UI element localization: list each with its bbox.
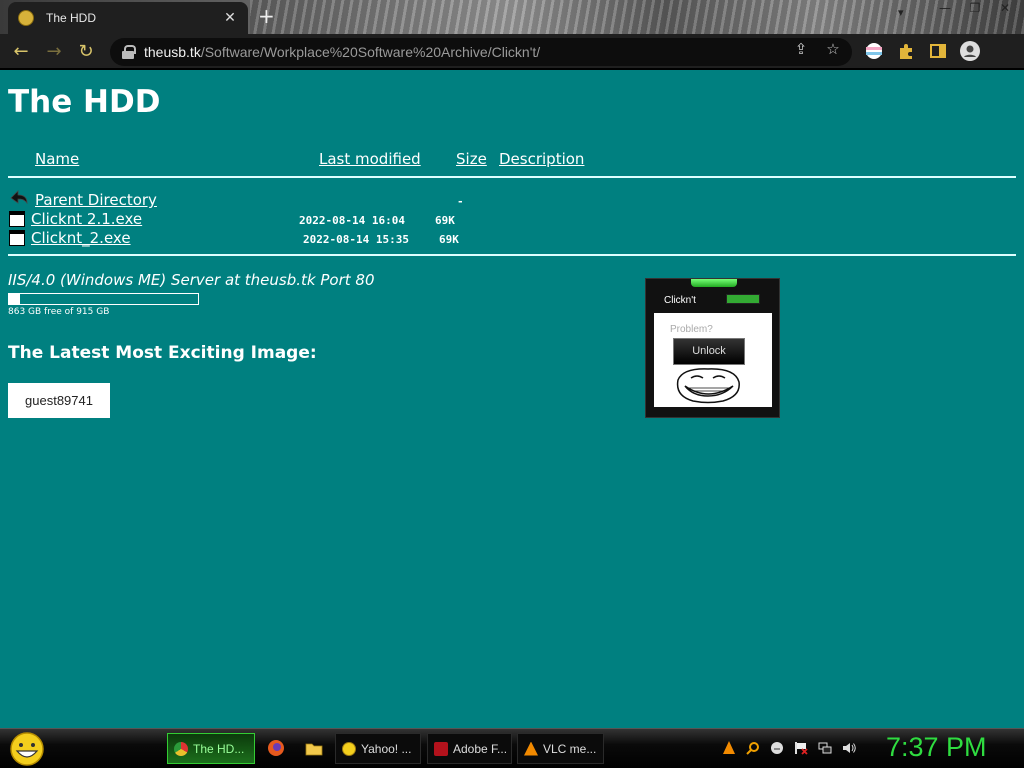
tab-title: The HDD <box>46 11 97 25</box>
folder-icon[interactable] <box>305 739 323 757</box>
tab-the-hdd[interactable]: The HDD ✕ <box>8 2 248 34</box>
troll-face-icon <box>676 368 740 404</box>
tab-close-icon[interactable]: ✕ <box>222 10 238 26</box>
taskbar-button-chrome[interactable]: The HD... <box>167 733 255 764</box>
extension-icon[interactable] <box>865 42 883 60</box>
profile-icon[interactable] <box>960 41 980 61</box>
volume-icon[interactable] <box>842 741 856 755</box>
restore-button[interactable]: ❐ <box>960 0 990 18</box>
column-last-modified-link[interactable]: Last modified <box>319 150 421 168</box>
new-tab-button[interactable]: + <box>258 5 275 27</box>
taskbar-button-label: Yahoo! ... <box>361 741 412 756</box>
row-size: - <box>457 195 464 208</box>
chrome-icon <box>174 741 188 756</box>
reload-icon[interactable]: ↻ <box>74 40 98 64</box>
vlc-tray-icon[interactable] <box>722 741 736 755</box>
firefox-icon[interactable] <box>267 739 285 757</box>
yahoo-messenger-icon <box>342 741 356 756</box>
adobe-flash-icon <box>434 741 448 756</box>
file-link[interactable]: Clicknt 2.1.exe <box>31 210 142 228</box>
start-smiley-icon[interactable] <box>8 731 46 767</box>
divider <box>8 176 1016 178</box>
side-panel-icon[interactable] <box>929 42 947 60</box>
file-exe-icon <box>9 230 25 246</box>
clicknt-panel: Problem? Unlock <box>654 313 772 407</box>
column-size-link[interactable]: Size <box>456 150 487 168</box>
clicknt-title: Clickn't <box>664 295 696 306</box>
search-icon[interactable] <box>746 741 760 755</box>
url-text[interactable]: theusb.tk/Software/Workplace%20Software%… <box>144 44 540 60</box>
vlc-icon <box>524 741 538 756</box>
page-content: The HDD Name Last modified Size Descript… <box>0 70 1024 728</box>
column-description-link[interactable]: Description <box>499 150 584 168</box>
minimize-button[interactable]: — <box>930 0 960 18</box>
disk-usage-fill <box>9 294 20 304</box>
clicknt-problem-text: Problem? <box>670 324 713 335</box>
taskbar-button-vlc[interactable]: VLC me... <box>517 733 604 764</box>
tab-search-chevron-down-icon[interactable]: ▾ <box>898 6 904 19</box>
taskbar-clock[interactable]: 7:37 PM <box>886 732 987 763</box>
window-controls: — ❐ ✕ <box>930 0 1020 18</box>
clicknt-status-led <box>726 294 760 304</box>
server-signature: IIS/4.0 (Windows ME) Server at theusb.tk… <box>8 271 375 289</box>
bookmark-star-icon[interactable]: ☆ <box>824 40 842 58</box>
row-size: 69K <box>439 233 459 246</box>
puzzle-icon[interactable] <box>897 42 915 60</box>
taskbar: The HD... Yahoo! ... Adobe F... VLC me..… <box>0 728 1024 768</box>
url-host: theusb.tk <box>144 44 201 60</box>
clicknt-widget-image: Clickn't Problem? Unlock <box>645 278 780 418</box>
lock-icon[interactable] <box>122 45 136 59</box>
clicknt-glow <box>691 279 737 287</box>
file-exe-icon <box>9 211 25 227</box>
back-folder-icon <box>10 190 28 205</box>
file-link[interactable]: Clicknt_2.exe <box>31 229 131 247</box>
forward-icon[interactable]: → <box>42 40 66 64</box>
disk-usage-text: 863 GB free of 915 GB <box>8 307 110 317</box>
messenger-tray-icon[interactable] <box>770 741 784 755</box>
taskbar-button-adobe-flash[interactable]: Adobe F... <box>427 733 512 764</box>
address-bar[interactable]: theusb.tk/Software/Workplace%20Software%… <box>110 38 852 66</box>
row-modified: 2022-08-14 15:35 <box>303 233 409 246</box>
parent-directory-link[interactable]: Parent Directory <box>35 191 157 209</box>
action-center-flag-icon[interactable] <box>794 741 808 755</box>
latest-image-heading: The Latest Most Exciting Image: <box>8 343 317 363</box>
url-path: /Software/Workplace%20Software%20Archive… <box>200 44 541 60</box>
network-icon[interactable] <box>818 741 832 755</box>
disk-usage-bar <box>8 293 199 305</box>
back-icon[interactable]: ← <box>9 40 33 64</box>
guest-label: guest89741 <box>8 383 110 418</box>
taskbar-button-yahoo[interactable]: Yahoo! ... <box>335 733 421 764</box>
row-size: 69K <box>435 214 455 227</box>
taskbar-button-label: The HD... <box>193 741 245 756</box>
clicknt-unlock-button: Unlock <box>673 338 745 365</box>
taskbar-button-label: Adobe F... <box>453 741 508 756</box>
column-name-link[interactable]: Name <box>35 150 79 168</box>
row-modified: 2022-08-14 16:04 <box>299 214 405 227</box>
site-favicon-icon <box>18 10 34 26</box>
taskbar-button-label: VLC me... <box>543 741 597 756</box>
share-icon[interactable]: ⇪ <box>792 40 810 58</box>
divider <box>8 254 1016 256</box>
close-window-button[interactable]: ✕ <box>990 0 1020 18</box>
page-title: The HDD <box>8 84 161 120</box>
